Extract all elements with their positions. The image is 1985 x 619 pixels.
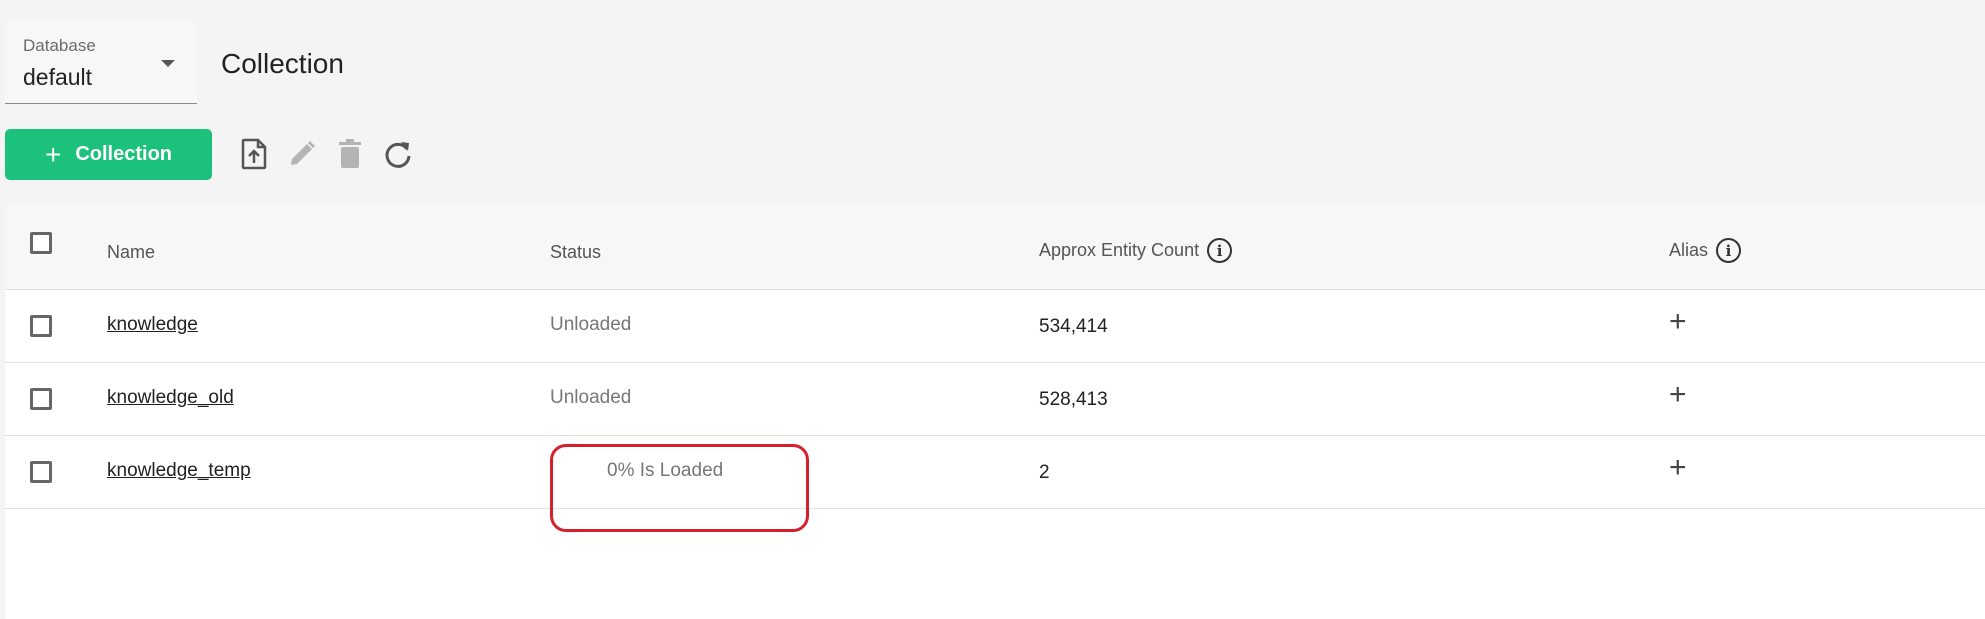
database-value: default (23, 64, 93, 90)
edit-pencil-icon[interactable] (282, 134, 322, 174)
collection-name-link[interactable]: knowledge (107, 314, 198, 336)
highlight-annotation (550, 444, 809, 532)
plus-icon: + (44, 138, 62, 170)
column-header-name[interactable]: Name (107, 242, 155, 263)
column-header-status[interactable]: Status (550, 242, 601, 263)
entity-count: 528,413 (1039, 389, 1108, 410)
status-text: Unloaded (550, 387, 632, 408)
database-label: Database (23, 36, 96, 55)
column-header-count[interactable]: Approx Entity Count i (1039, 238, 1233, 263)
row-checkbox[interactable] (30, 315, 52, 337)
add-collection-button[interactable]: + Collection (5, 129, 212, 180)
collection-name-link[interactable]: knowledge_temp (107, 460, 251, 482)
refresh-icon[interactable] (378, 134, 418, 174)
table-header: Name Status Approx Entity Count i Alias … (5, 204, 1985, 290)
select-all-checkbox[interactable] (30, 232, 52, 254)
info-icon[interactable]: i (1716, 238, 1742, 263)
add-collection-label: Collection (75, 143, 173, 165)
column-count-label: Approx Entity Count (1039, 240, 1200, 260)
trash-icon[interactable] (330, 134, 370, 174)
add-alias-button[interactable]: + (1669, 307, 1687, 337)
file-upload-icon[interactable] (234, 134, 274, 174)
collections-table: Name Status Approx Entity Count i Alias … (5, 204, 1985, 619)
entity-count: 2 (1039, 462, 1050, 483)
column-header-alias[interactable]: Alias i (1669, 238, 1742, 263)
row-checkbox[interactable] (30, 461, 52, 483)
column-alias-label: Alias (1669, 240, 1709, 260)
add-alias-button[interactable]: + (1669, 380, 1687, 410)
table-row: knowledge Unloaded 534,414 + (5, 290, 1985, 363)
column-name-label: Name (107, 242, 156, 262)
table-row: knowledge_old Unloaded 528,413 + (5, 363, 1985, 436)
status-text: Unloaded (550, 314, 632, 335)
page-title: Collection (221, 48, 344, 79)
entity-count: 534,414 (1039, 316, 1108, 337)
row-checkbox[interactable] (30, 388, 52, 410)
table-row: knowledge_temp 0% Is Loaded 2 + (5, 436, 1985, 509)
column-status-label: Status (550, 242, 602, 262)
database-select[interactable]: Database default (5, 20, 197, 104)
collection-name-link[interactable]: knowledge_old (107, 387, 234, 409)
chevron-down-icon[interactable] (161, 60, 175, 67)
info-icon[interactable]: i (1207, 238, 1233, 263)
add-alias-button[interactable]: + (1669, 453, 1687, 483)
